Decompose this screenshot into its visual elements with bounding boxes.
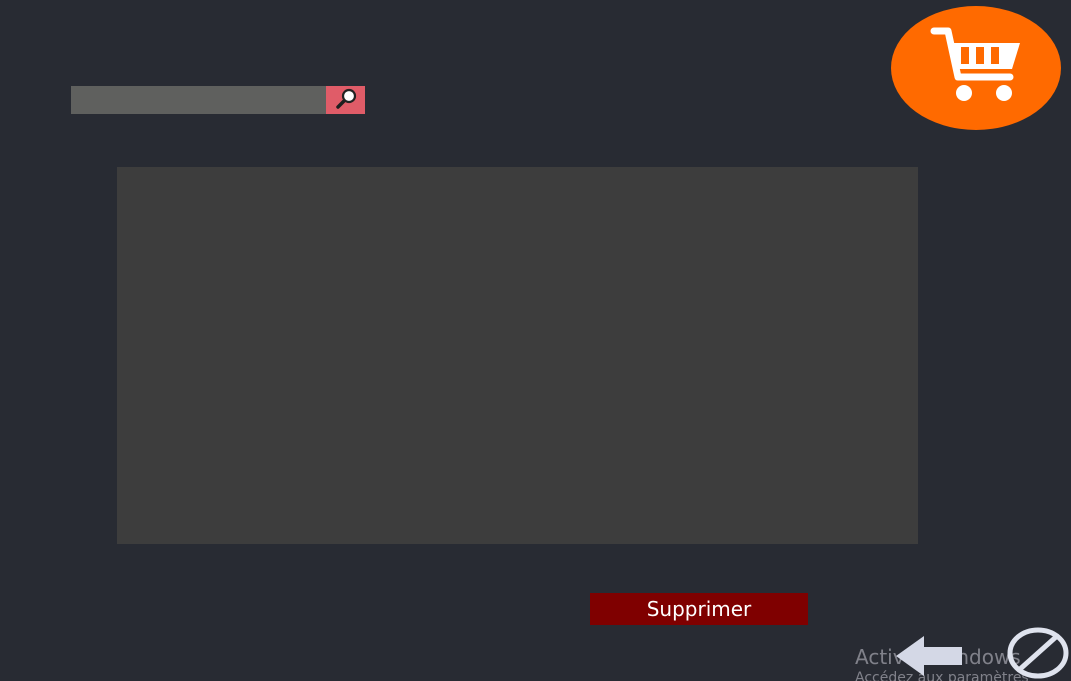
search-input[interactable] <box>71 86 326 114</box>
search-button[interactable] <box>326 86 365 114</box>
back-button[interactable] <box>892 634 966 678</box>
arrow-left-icon <box>892 636 966 681</box>
shopping-cart-icon <box>926 25 1026 111</box>
cart-button[interactable] <box>891 6 1061 130</box>
cancel-button[interactable] <box>1005 627 1069 679</box>
app-window: Supprimer Activer Windows Accédez aux pa… <box>0 0 1071 681</box>
cancel-icon <box>1005 627 1069 681</box>
search-bar <box>71 86 365 114</box>
items-table-panel[interactable] <box>117 167 918 544</box>
search-icon <box>331 87 361 114</box>
delete-button[interactable]: Supprimer <box>590 593 808 625</box>
